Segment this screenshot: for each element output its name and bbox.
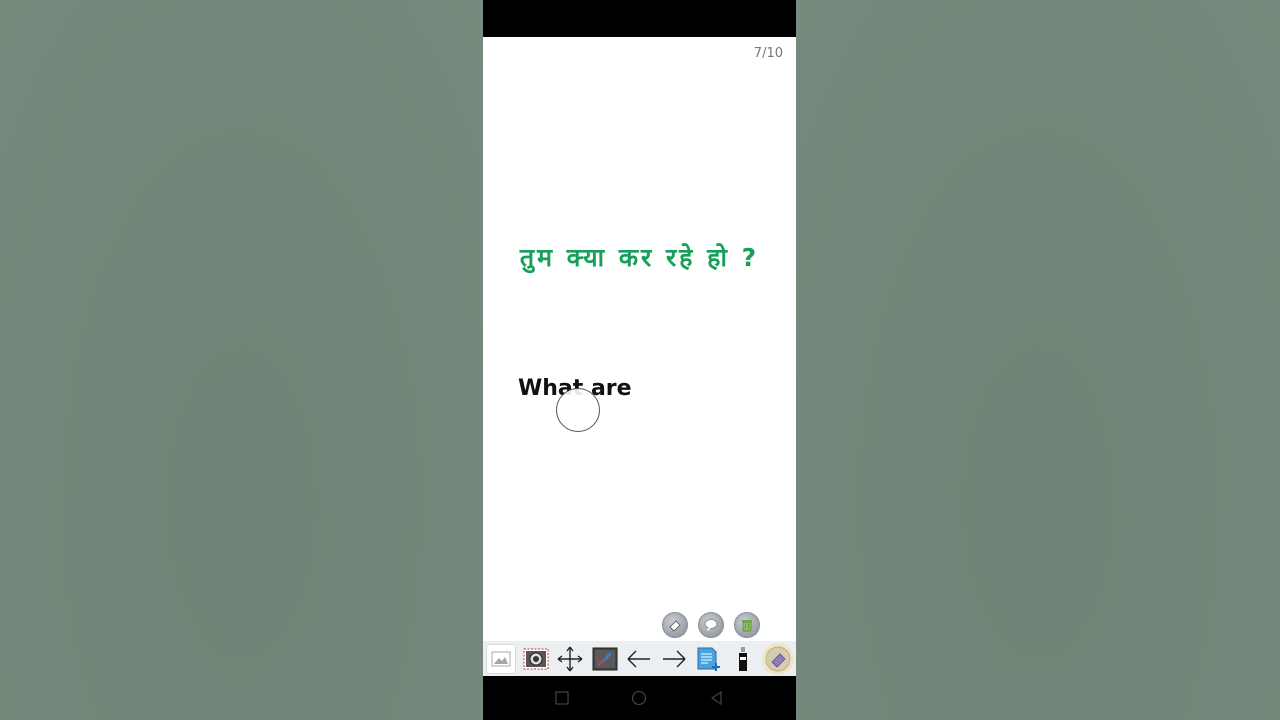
recent-apps-icon (555, 691, 569, 705)
undo-button[interactable] (624, 644, 654, 674)
phone-screen: 7/10 तुम क्या कर रहे हो ? What are y (483, 0, 796, 720)
back-button[interactable] (707, 688, 727, 708)
camera-button[interactable] (521, 644, 551, 674)
whiteboard-pen-icon (592, 647, 617, 670)
arrow-left-icon (627, 650, 650, 667)
move-arrows-icon (557, 646, 583, 671)
eraser-button[interactable] (662, 612, 688, 638)
arrow-right-icon (662, 650, 685, 667)
android-nav-bar (483, 676, 796, 720)
hindi-sentence: तुम क्या कर रहे हो ? (519, 243, 760, 272)
add-page-button[interactable] (693, 644, 723, 674)
add-page-icon (697, 647, 720, 671)
delete-button[interactable] (734, 612, 760, 638)
home-icon (632, 690, 647, 706)
image-icon (491, 651, 511, 666)
drawing-canvas[interactable]: 7/10 तुम क्या कर रहे हो ? What are y (483, 37, 796, 641)
floating-tools (662, 612, 760, 638)
trash-icon (742, 620, 752, 632)
bottom-toolbar (483, 641, 796, 676)
page-counter: 7/10 (753, 46, 783, 61)
status-bar (483, 0, 796, 37)
marker-button[interactable] (728, 644, 758, 674)
comment-button[interactable] (698, 612, 724, 638)
right-backdrop (796, 0, 1280, 720)
whiteboard-pen-button[interactable] (590, 644, 620, 674)
recent-apps-button[interactable] (552, 688, 572, 708)
marker-icon (738, 646, 747, 671)
touch-cursor-indicator (556, 388, 600, 432)
left-backdrop (0, 0, 483, 720)
insert-image-button[interactable] (486, 643, 516, 674)
eraser-tool-button[interactable] (762, 642, 794, 675)
move-button[interactable] (555, 644, 585, 674)
speech-bubble-icon (704, 619, 718, 631)
camera-icon (523, 648, 548, 669)
back-icon (711, 690, 722, 706)
home-button[interactable] (629, 688, 649, 708)
eraser-tool-icon (765, 646, 791, 671)
redo-button[interactable] (659, 644, 689, 674)
eraser-icon (669, 620, 681, 632)
